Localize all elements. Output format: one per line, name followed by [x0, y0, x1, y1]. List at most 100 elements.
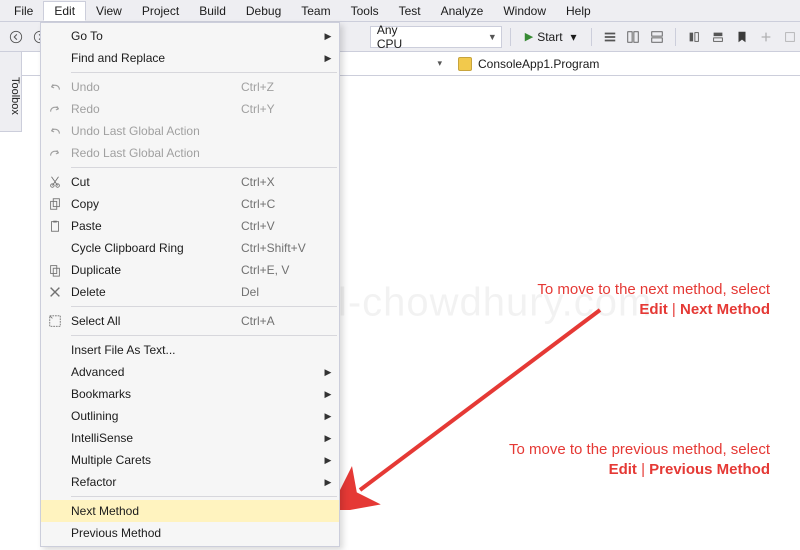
- cut-icon: [41, 171, 69, 193]
- menu-item-label: Copy: [69, 197, 241, 211]
- toolbar-icon[interactable]: [647, 27, 667, 47]
- menu-debug[interactable]: Debug: [236, 2, 291, 20]
- class-icon: [458, 57, 472, 71]
- submenu-arrow-icon: ▶: [321, 389, 335, 400]
- toolbox-label: Toolbox: [9, 77, 21, 115]
- blank-icon: [41, 500, 69, 522]
- menu-item-label: Select All: [69, 314, 241, 328]
- blank-icon: [41, 47, 69, 69]
- toolbox-tab[interactable]: Toolbox: [0, 52, 22, 132]
- menu-item-label: Redo Last Global Action: [69, 146, 241, 160]
- menu-item-label: Paste: [69, 219, 241, 233]
- submenu-arrow-icon: ▶: [321, 53, 335, 64]
- menu-item-shortcut: Ctrl+Y: [241, 102, 321, 116]
- blank-icon: [41, 427, 69, 449]
- menu-item-next-method[interactable]: Next Method: [41, 500, 339, 522]
- blank-icon: [41, 471, 69, 493]
- menu-item-shortcut: Ctrl+X: [241, 175, 321, 189]
- toolbar-icon[interactable]: [624, 27, 644, 47]
- menu-item-multiple-carets[interactable]: Multiple Carets ▶: [41, 449, 339, 471]
- menu-item-label: Previous Method: [69, 526, 241, 540]
- menu-item-duplicate[interactable]: DuplicateCtrl+E, V: [41, 259, 339, 281]
- menu-item-label: Duplicate: [69, 263, 241, 277]
- menu-item-find-and-replace[interactable]: Find and Replace▶: [41, 47, 339, 69]
- menu-team[interactable]: Team: [291, 2, 340, 20]
- menu-item-label: Delete: [69, 285, 241, 299]
- chevron-down-icon: ▾: [437, 58, 442, 69]
- menu-item-cycle-clipboard-ring[interactable]: Cycle Clipboard RingCtrl+Shift+V: [41, 237, 339, 259]
- submenu-arrow-icon: ▶: [321, 455, 335, 466]
- menu-item-outlining[interactable]: Outlining ▶: [41, 405, 339, 427]
- menu-item-shortcut: Ctrl+Shift+V: [241, 241, 321, 255]
- menu-item-copy[interactable]: CopyCtrl+C: [41, 193, 339, 215]
- menu-item-label: Go To: [69, 29, 241, 43]
- menu-item-advanced[interactable]: Advanced▶: [41, 361, 339, 383]
- menu-help[interactable]: Help: [556, 2, 601, 20]
- menu-item-cut[interactable]: CutCtrl+X: [41, 171, 339, 193]
- undo-icon: [41, 120, 69, 142]
- menubar: FileEditViewProjectBuildDebugTeamToolsTe…: [0, 0, 800, 22]
- menu-item-label: Undo Last Global Action: [69, 124, 241, 138]
- breadcrumb-left[interactable]: ▾: [340, 58, 450, 69]
- menu-item-label: Multiple Carets: [69, 453, 241, 467]
- redo-icon: [41, 142, 69, 164]
- menu-item-redo-last-global-action: Redo Last Global Action: [41, 142, 339, 164]
- menu-test[interactable]: Test: [389, 2, 431, 20]
- menu-item-undo-last-global-action: Undo Last Global Action: [41, 120, 339, 142]
- menu-analyze[interactable]: Analyze: [431, 2, 494, 20]
- menu-item-shortcut: Ctrl+C: [241, 197, 321, 211]
- menu-file[interactable]: File: [4, 2, 43, 20]
- annotation-prev: To move to the previous method, select E…: [410, 440, 770, 481]
- menu-build[interactable]: Build: [189, 2, 236, 20]
- blank-icon: [41, 405, 69, 427]
- menu-item-paste[interactable]: PasteCtrl+V: [41, 215, 339, 237]
- start-debug-button[interactable]: ▶ Start ▾: [519, 26, 583, 48]
- toolbar-icon[interactable]: [684, 27, 704, 47]
- redo-icon: [41, 98, 69, 120]
- toolbar-icon[interactable]: [600, 27, 620, 47]
- play-icon: ▶: [525, 30, 533, 43]
- menu-item-delete[interactable]: DeleteDel: [41, 281, 339, 303]
- separator: [591, 28, 592, 46]
- menu-project[interactable]: Project: [132, 2, 189, 20]
- paste-icon: [41, 215, 69, 237]
- menu-item-previous-method[interactable]: Previous Method: [41, 522, 339, 544]
- menu-item-label: IntelliSense: [69, 431, 241, 445]
- menu-item-select-all[interactable]: Select AllCtrl+A: [41, 310, 339, 332]
- menu-item-intellisense[interactable]: IntelliSense ▶: [41, 427, 339, 449]
- delete-icon: [41, 281, 69, 303]
- duplicate-icon: [41, 259, 69, 281]
- menu-item-label: Outlining: [69, 409, 241, 423]
- submenu-arrow-icon: ▶: [321, 433, 335, 444]
- menu-edit[interactable]: Edit: [43, 1, 86, 21]
- submenu-arrow-icon: ▶: [321, 477, 335, 488]
- toolbar-icon[interactable]: [708, 27, 728, 47]
- breadcrumb-class-label: ConsoleApp1.Program: [478, 57, 599, 71]
- menu-item-label: Refactor: [69, 475, 241, 489]
- undo-icon: [41, 76, 69, 98]
- separator: [510, 28, 511, 46]
- submenu-arrow-icon: ▶: [321, 411, 335, 422]
- menu-item-refactor[interactable]: Refactor ▶: [41, 471, 339, 493]
- menu-window[interactable]: Window: [493, 2, 556, 20]
- menu-item-bookmarks[interactable]: Bookmarks▶: [41, 383, 339, 405]
- toolbar-icon[interactable]: [732, 27, 752, 47]
- platform-combo[interactable]: Any CPU ▼: [370, 26, 502, 48]
- breadcrumb-right[interactable]: ConsoleApp1.Program: [450, 57, 607, 71]
- blank-icon: [41, 237, 69, 259]
- nav-back-button[interactable]: [6, 27, 26, 47]
- menu-item-shortcut: Ctrl+V: [241, 219, 321, 233]
- blank-icon: [41, 449, 69, 471]
- menu-item-label: Cut: [69, 175, 241, 189]
- blank-icon: [41, 383, 69, 405]
- chevron-down-icon: ▾: [571, 30, 577, 44]
- menu-tools[interactable]: Tools: [341, 2, 389, 20]
- menu-item-insert-file-as-text[interactable]: Insert File As Text...: [41, 339, 339, 361]
- toolbar-icon[interactable]: [780, 27, 800, 47]
- menu-view[interactable]: View: [86, 2, 132, 20]
- menu-item-go-to[interactable]: Go To▶: [41, 25, 339, 47]
- menu-item-redo: RedoCtrl+Y: [41, 98, 339, 120]
- menu-item-label: Undo: [69, 80, 241, 94]
- toolbar-icon[interactable]: [756, 27, 776, 47]
- menu-item-shortcut: Ctrl+A: [241, 314, 321, 328]
